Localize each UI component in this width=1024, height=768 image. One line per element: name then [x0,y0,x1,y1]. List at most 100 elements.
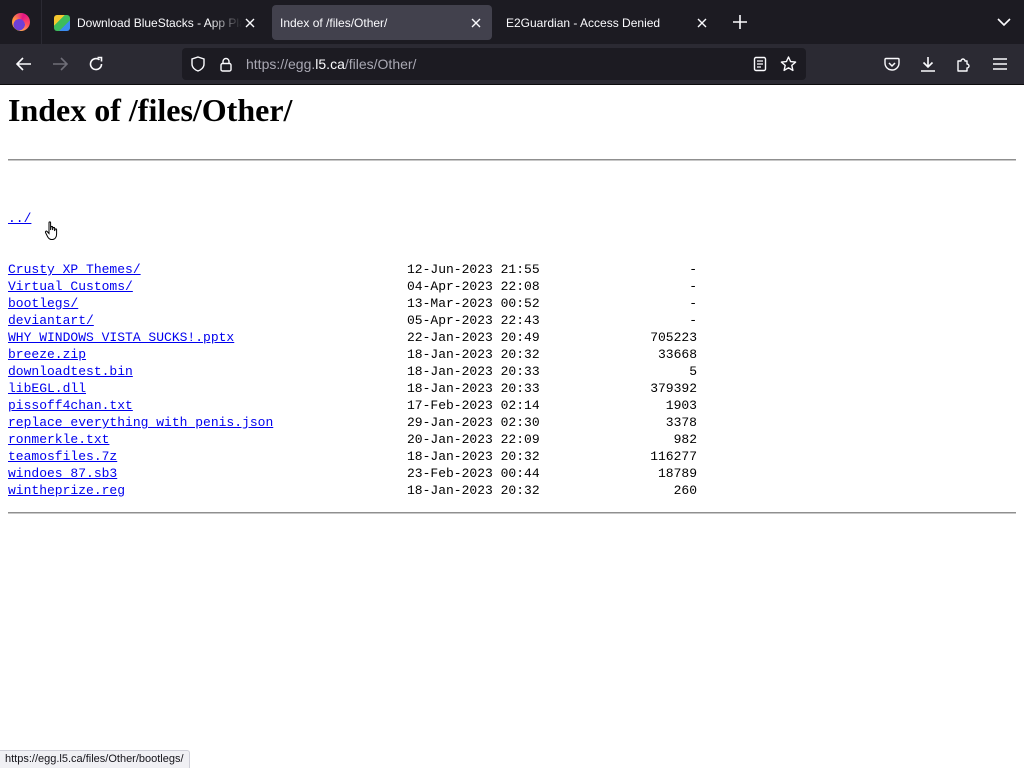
file-size: - [689,313,697,328]
status-bar-link-preview: https://egg.l5.ca/files/Other/bootlegs/ [0,750,190,768]
file-link[interactable]: teamosfiles.7z [8,448,407,465]
file-date: 29-Jan-2023 02:30 [407,415,540,430]
page-content: Index of /files/Other/ ../ Crusty XP The… [0,85,1024,768]
file-date: 22-Jan-2023 20:49 [407,330,540,345]
reader-view-icon [753,56,767,72]
file-link[interactable]: deviantart/ [8,312,407,329]
file-link[interactable]: windoes 87.sb3 [8,465,407,482]
lock-icon[interactable] [212,50,240,78]
file-size: 982 [673,432,697,447]
file-date: 18-Jan-2023 20:32 [407,483,540,498]
url-path: /files/Other/ [344,56,417,72]
tab-title: E2Guardian - Access Denied [506,15,661,30]
reader-view-button[interactable] [746,50,774,78]
tab-title: Download BlueStacks - App Player [77,15,242,30]
file-row: Virtual Customs/04-Apr-2023 22:08 - [8,278,1016,295]
file-link[interactable]: replace everything with penis.json [8,414,407,431]
file-row: replace everything with penis.json 29-Jan… [8,414,1016,431]
bookmark-star-button[interactable] [774,50,802,78]
parent-directory-link[interactable]: ../ [8,210,407,227]
file-size: 18789 [657,466,697,481]
page-title: Index of /files/Other/ [8,92,293,128]
firefox-menu-button[interactable] [0,0,42,44]
file-row: ronmerkle.txt 20-Jan-2023 22:09 982 [8,431,1016,448]
file-link[interactable]: pissoff4chan.txt [8,397,407,414]
open-menu-button[interactable] [986,50,1014,78]
parent-directory-row: ../ [8,210,1016,227]
file-link[interactable]: bootlegs/ [8,295,407,312]
file-size: 3378 [665,415,697,430]
divider [8,159,1016,161]
puzzle-piece-icon [957,58,970,72]
url-scheme: https://egg. [246,56,316,72]
divider [8,512,1016,514]
tab-title: Index of /files/Other/ [280,15,388,30]
file-link[interactable]: wintheprize.reg [8,482,407,499]
arrow-left-icon [16,57,31,71]
file-date: 13-Mar-2023 00:52 [407,296,540,311]
url-text[interactable]: https://egg.l5.ca/files/Other/ [246,56,416,72]
file-link[interactable]: Virtual Customs/ [8,278,407,295]
file-size: 1903 [665,398,697,413]
arrow-right-icon [53,57,68,71]
firefox-logo-icon [11,13,30,31]
tab-bluestacks[interactable]: Download BlueStacks - App Player [46,5,266,40]
file-row: downloadtest.bin 18-Jan-2023 20:33 5 [8,363,1016,380]
file-date: 04-Apr-2023 22:08 [407,279,540,294]
file-date: 18-Jan-2023 20:32 [407,347,540,362]
list-all-tabs-button[interactable] [992,10,1016,34]
new-tab-button[interactable] [728,10,752,34]
download-icon [921,57,935,72]
file-row: wintheprize.reg 18-Jan-2023 20:32 260 [8,482,1016,499]
file-date: 18-Jan-2023 20:32 [407,449,540,464]
file-size: - [689,296,697,311]
file-row: pissoff4chan.txt 17-Feb-2023 02:14 1903 [8,397,1016,414]
star-icon [780,56,796,72]
file-link[interactable]: Crusty XP Themes/ [8,261,407,278]
file-row: teamosfiles.7z 18-Jan-2023 20:32 116277 [8,448,1016,465]
close-tab-icon[interactable] [694,15,710,31]
close-tab-icon[interactable] [242,15,258,31]
plus-icon [733,15,747,29]
url-host: l5.ca [315,56,345,72]
file-size: 33668 [657,347,697,362]
pocket-icon [884,57,900,71]
file-size: 705223 [650,330,697,345]
reload-icon [89,56,103,71]
pocket-button[interactable] [878,50,906,78]
file-date: 23-Feb-2023 00:44 [407,466,540,481]
downloads-button[interactable] [914,50,942,78]
file-size: - [689,279,697,294]
file-date: 17-Feb-2023 02:14 [407,398,540,413]
file-link[interactable]: WHY WINDOWS VISTA SUCKS!.pptx [8,329,407,346]
address-bar[interactable]: https://egg.l5.ca/files/Other/ [182,48,806,80]
tab-index-files-other[interactable]: Index of /files/Other/ [272,5,492,40]
file-date: 20-Jan-2023 22:09 [407,432,540,447]
extensions-button[interactable] [950,50,978,78]
file-link[interactable]: breeze.zip [8,346,407,363]
forward-button[interactable] [46,50,74,78]
file-link[interactable]: libEGL.dll [8,380,407,397]
file-size: 260 [673,483,697,498]
file-row: deviantart/05-Apr-2023 22:43 - [8,312,1016,329]
file-row: libEGL.dll 18-Jan-2023 20:33 379392 [8,380,1016,397]
reload-button[interactable] [82,50,110,78]
file-date: 05-Apr-2023 22:43 [407,313,540,328]
chevron-down-icon [997,17,1011,26]
file-link[interactable]: downloadtest.bin [8,363,407,380]
file-date: 18-Jan-2023 20:33 [407,381,540,396]
navigation-toolbar: https://egg.l5.ca/files/Other/ [0,44,1024,85]
hamburger-menu-icon [993,58,1007,70]
close-tab-icon[interactable] [468,15,484,31]
file-size: 5 [689,364,697,379]
file-row: WHY WINDOWS VISTA SUCKS!.pptx 22-Jan-2023… [8,329,1016,346]
file-row: breeze.zip 18-Jan-2023 20:32 33668 [8,346,1016,363]
file-link[interactable]: ronmerkle.txt [8,431,407,448]
directory-listing: ../ Crusty XP Themes/12-Jun-2023 21:55- V… [8,176,1016,499]
bluestacks-favicon-icon [54,14,70,31]
tab-e2guardian[interactable]: E2Guardian - Access Denied [498,5,718,40]
tab-strip: Download BlueStacks - App Player Index o… [0,0,1024,44]
tracking-protection-shield-icon[interactable] [184,50,212,78]
file-row: bootlegs/13-Mar-2023 00:52 - [8,295,1016,312]
back-button[interactable] [10,50,38,78]
